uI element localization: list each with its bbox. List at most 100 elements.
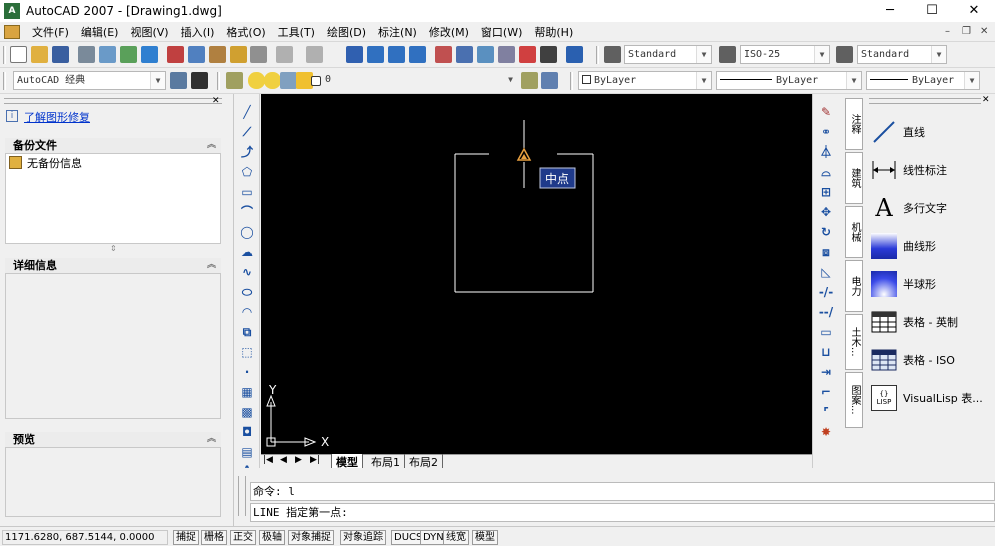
match-properties-icon[interactable] — [230, 46, 247, 63]
array-icon[interactable]: ⊞ — [818, 184, 834, 200]
menu-edit[interactable]: 编辑(E) — [75, 24, 125, 40]
palette-item-curved-gradient[interactable]: 曲线形 — [871, 230, 936, 262]
palette-close-icon[interactable]: ✕ — [982, 95, 990, 105]
first-tab-icon[interactable]: |◀ — [263, 455, 273, 465]
gradient-icon[interactable]: ▩ — [239, 404, 255, 420]
layer-freeze-icon[interactable] — [264, 72, 281, 89]
sheet-set-icon[interactable] — [498, 46, 515, 63]
construction-line-icon[interactable]: ⟋ — [239, 124, 255, 140]
linetype-select[interactable]: ByLayer ▼ — [716, 71, 862, 90]
circle-icon[interactable]: ◯ — [239, 224, 255, 240]
table-style-icon[interactable] — [836, 46, 853, 63]
doc-restore-button[interactable]: ❐ — [962, 26, 971, 37]
zoom-previous-icon[interactable] — [409, 46, 426, 63]
minimize-button[interactable]: ─ — [867, 0, 913, 22]
menu-modify[interactable]: 修改(M) — [423, 24, 475, 40]
join-icon[interactable]: ⇥ — [818, 364, 834, 380]
erase-icon[interactable]: ✎ — [818, 104, 834, 120]
palette-item-table-iso[interactable]: 表格 - ISO — [871, 344, 955, 376]
palette-item-hemisphere[interactable]: 半球形 — [871, 268, 936, 300]
tab-hatch[interactable]: 图案... — [845, 372, 863, 428]
close-button[interactable]: ✕ — [951, 0, 995, 22]
rotate-icon[interactable]: ↻ — [818, 224, 834, 240]
menu-tools[interactable]: 工具(T) — [272, 24, 321, 40]
new-icon[interactable] — [10, 46, 27, 63]
polyline-icon[interactable]: ⤴ — [239, 144, 255, 160]
hatch-icon[interactable]: ▦ — [239, 384, 255, 400]
ortho-toggle[interactable]: 正交 — [230, 530, 256, 545]
recovery-help-link[interactable]: 了解图形修复 — [24, 109, 90, 125]
palette-item-visuallisp[interactable]: {} LISP VisualLisp 表... — [871, 382, 983, 414]
tab-mechanical[interactable]: 机械 — [845, 206, 863, 258]
palette-item-linear-dimension[interactable]: 线性标注 — [871, 154, 947, 186]
menu-dimension[interactable]: 标注(N) — [372, 24, 423, 40]
trim-icon[interactable]: -/- — [818, 284, 834, 300]
lineweight-select[interactable]: ByLayer ▼ — [866, 71, 980, 90]
polar-toggle[interactable]: 极轴 — [259, 530, 285, 545]
offset-icon[interactable]: ⌓ — [818, 164, 834, 180]
menu-draw[interactable]: 绘图(D) — [321, 24, 372, 40]
insert-block-icon[interactable]: ⧉ — [239, 324, 255, 340]
zoom-window-icon[interactable] — [388, 46, 405, 63]
copy-icon[interactable] — [188, 46, 205, 63]
stretch-icon[interactable]: ◺ — [818, 264, 834, 280]
text-style-select[interactable]: Standard ▼ — [624, 45, 712, 64]
panel-close-icon[interactable]: ✕ — [212, 96, 220, 106]
my-workspace-icon[interactable] — [191, 72, 208, 89]
properties-icon[interactable] — [435, 46, 452, 63]
dim-style-icon[interactable] — [719, 46, 736, 63]
backup-files-header[interactable]: 备份文件 ︽ — [5, 138, 221, 153]
cut-icon[interactable] — [167, 46, 184, 63]
layer-viewport-icon[interactable] — [280, 72, 297, 89]
fillet-icon[interactable]: ⌜ — [818, 404, 834, 420]
layer-previous-icon[interactable] — [541, 72, 558, 89]
workspace-settings-icon[interactable] — [170, 72, 187, 89]
tab-architectural[interactable]: 建筑 — [845, 152, 863, 204]
drawing-canvas[interactable]: 中点 Y X — [261, 94, 812, 454]
help-icon[interactable] — [566, 46, 583, 63]
lineweight-toggle[interactable]: 线宽 — [443, 530, 469, 545]
calculator-icon[interactable] — [540, 46, 557, 63]
menu-file[interactable]: 文件(F) — [26, 24, 75, 40]
workspace-select[interactable]: AutoCAD 经典 ▼ — [13, 71, 166, 90]
model-toggle[interactable]: 模型 — [472, 530, 498, 545]
mirror-icon[interactable]: ⏃ — [818, 144, 834, 160]
design-center-icon[interactable] — [456, 46, 473, 63]
save-icon[interactable] — [52, 46, 69, 63]
table-icon[interactable]: ▤ — [239, 444, 255, 460]
block-editor-icon[interactable] — [250, 46, 267, 63]
explode-icon[interactable]: ✸ — [818, 424, 834, 440]
layer-manager-icon[interactable] — [226, 72, 243, 89]
doc-close-button[interactable]: ✕ — [980, 26, 988, 37]
text-style-icon[interactable] — [604, 46, 621, 63]
palette-item-table-imperial[interactable]: 表格 - 英制 — [871, 306, 958, 338]
break-icon[interactable]: ⊔ — [818, 344, 834, 360]
layer-on-icon[interactable] — [248, 72, 265, 89]
arc-icon[interactable]: ⌒ — [239, 204, 255, 220]
menu-window[interactable]: 窗口(W) — [475, 24, 528, 40]
doc-minimize-button[interactable]: – — [945, 26, 950, 37]
preview-header[interactable]: 预览 ︽ — [5, 432, 221, 447]
pan-icon[interactable] — [346, 46, 363, 63]
menu-format[interactable]: 格式(O) — [220, 24, 271, 40]
next-tab-icon[interactable]: ▶ — [295, 455, 302, 465]
ellipse-arc-icon[interactable]: ◠ — [239, 304, 255, 320]
markup-icon[interactable] — [519, 46, 536, 63]
open-icon[interactable] — [31, 46, 48, 63]
splitter-icon[interactable]: ⇕ — [110, 244, 117, 253]
etransmit-icon[interactable] — [141, 46, 158, 63]
extend-icon[interactable]: --/ — [818, 304, 834, 320]
palette-item-line[interactable]: 直线 — [871, 116, 925, 148]
chamfer-icon[interactable]: ⌐ — [818, 384, 834, 400]
zoom-realtime-icon[interactable] — [367, 46, 384, 63]
paste-icon[interactable] — [209, 46, 226, 63]
move-icon[interactable]: ✥ — [818, 204, 834, 220]
print-icon[interactable] — [78, 46, 95, 63]
menu-help[interactable]: 帮助(H) — [528, 24, 579, 40]
polygon-icon[interactable]: ⬠ — [239, 164, 255, 180]
details-header[interactable]: 详细信息 ︽ — [5, 258, 221, 273]
copy-object-icon[interactable]: ⚭ — [818, 124, 834, 140]
line-icon[interactable]: ╱ — [239, 104, 255, 120]
menu-view[interactable]: 视图(V) — [124, 24, 174, 40]
redo-icon[interactable] — [306, 46, 323, 63]
